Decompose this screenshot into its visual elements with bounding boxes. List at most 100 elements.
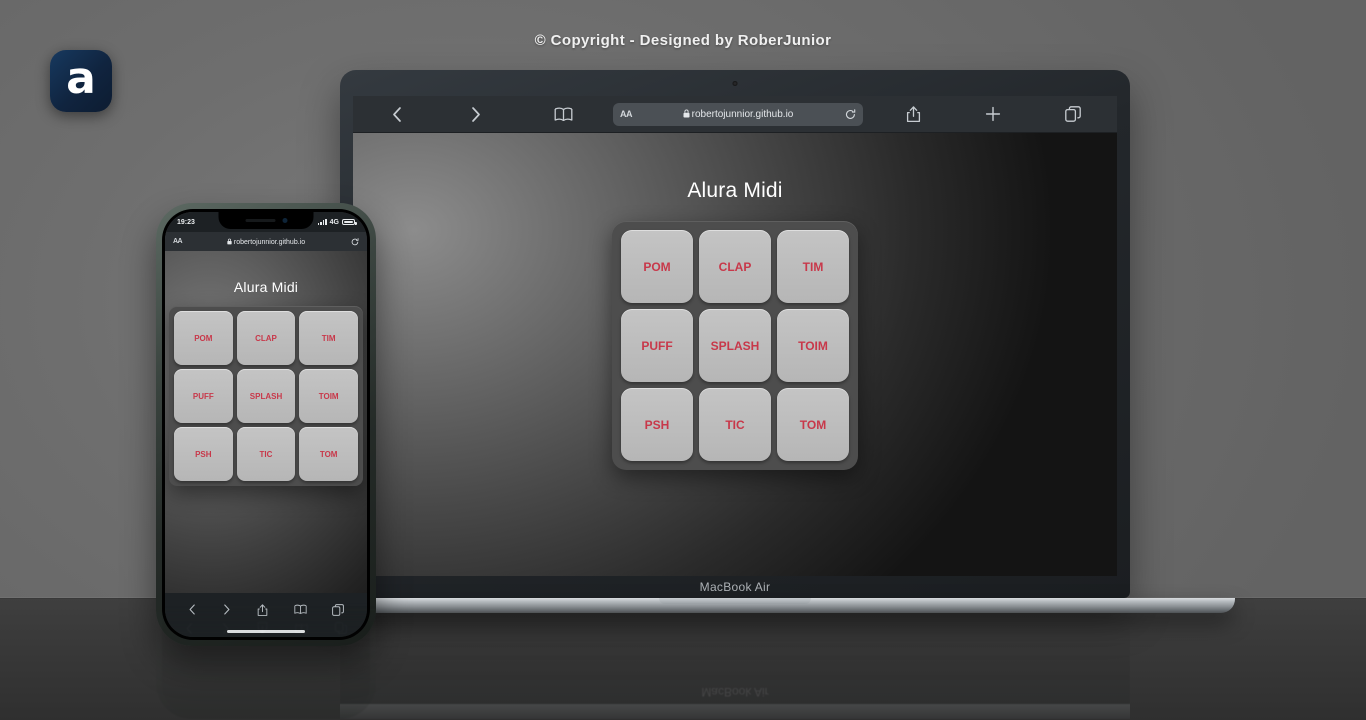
pad-label: POM	[194, 333, 213, 343]
app-title: Alura Midi	[687, 179, 783, 202]
phone-address-bar[interactable]: AA robertojunnior.github.io	[165, 232, 367, 251]
tabs-icon	[332, 603, 345, 616]
new-tab-button[interactable]	[973, 101, 1013, 127]
phone-browser-toolbar	[165, 593, 367, 626]
laptop-base	[235, 598, 1235, 613]
phone-url-wrapper: robertojunnior.github.io	[165, 238, 367, 246]
reload-button[interactable]	[845, 108, 856, 120]
phone-pad-toim[interactable]: TOIM	[299, 369, 358, 423]
laptop-pad-pom[interactable]: POM	[621, 230, 693, 303]
pad-label: PSH	[644, 417, 670, 432]
pad-label: TIC	[259, 449, 273, 459]
laptop-pad-toim[interactable]: TOIM	[777, 309, 849, 382]
show-tabs-button[interactable]	[1053, 101, 1093, 127]
phone-app-title: Alura Midi	[233, 279, 299, 295]
phone-pad-board: POM CLAP TIM PUFF SPLASH TOIM PSH TIC TOM	[169, 306, 363, 486]
lock-icon	[227, 238, 232, 244]
plus-icon	[985, 106, 1001, 122]
pad-label: TIC	[725, 417, 745, 432]
pad-label: CLAP	[255, 333, 277, 343]
phone-back-button[interactable]	[188, 603, 197, 616]
phone-pad-puff[interactable]: PUFF	[174, 369, 233, 423]
phone-pad-tic[interactable]: TIC	[236, 427, 296, 481]
pad-label: PSH	[195, 449, 212, 459]
laptop-base-notch	[659, 598, 811, 604]
signal-bars-icon	[317, 219, 327, 225]
laptop-pad-splash[interactable]: SPLASH	[699, 309, 771, 382]
laptop-screen: AA robertojunnior.github.io Alura Midi P…	[353, 96, 1117, 576]
midi-app-phone: Alura Midi POM CLAP TIM PUFF SPLASH TOIM PSH TI…	[165, 251, 367, 593]
phone-url-text: robertojunnior.github.io	[233, 238, 306, 246]
copyright-text: © Copyright - Designed by RoberJunior	[534, 32, 832, 49]
phone-status-bar: 19:23 4G	[165, 212, 367, 232]
pad-label: TIM	[802, 259, 824, 274]
laptop-pad-tim[interactable]: TIM	[777, 230, 849, 303]
phone-screen: 19:23 4G AA robertojunnior.github.io Alu…	[165, 212, 367, 637]
phone-bezel: 19:23 4G AA robertojunnior.github.io Alu…	[162, 209, 370, 640]
pad-label: SPLASH	[249, 391, 283, 401]
phone-pad-tom[interactable]: TOM	[299, 427, 358, 481]
phone-pad-tim[interactable]: TIM	[299, 311, 358, 365]
back-button[interactable]	[377, 101, 417, 127]
phone-pad-splash[interactable]: SPLASH	[236, 369, 296, 423]
pad-label: POM	[643, 259, 671, 274]
phone-reload-button[interactable]	[351, 237, 359, 246]
earpiece-speaker	[245, 219, 275, 222]
pad-label: PUFF	[641, 338, 673, 353]
pad-label: TIM	[321, 333, 336, 343]
laptop-pad-tom[interactable]: TOM	[777, 388, 849, 461]
phone-pad-clap[interactable]: CLAP	[236, 311, 296, 365]
share-icon	[906, 106, 920, 123]
address-bar[interactable]: AA robertojunnior.github.io	[613, 102, 863, 126]
laptop-device: AA robertojunnior.github.io Alura Midi P…	[235, 70, 1235, 613]
phone-notch	[218, 212, 314, 229]
browser-toolbar: AA robertojunnior.github.io	[353, 96, 1117, 133]
share-button[interactable]	[893, 101, 933, 127]
pad-label: SPLASH	[710, 338, 760, 353]
url-text: robertojunnior.github.io	[691, 108, 794, 120]
laptop-camera-icon	[732, 81, 738, 86]
phone-pad-pom[interactable]: POM	[174, 311, 233, 365]
phone-share-button[interactable]	[257, 603, 268, 617]
phone-pad-psh[interactable]: PSH	[174, 427, 233, 481]
phone-tabs-button[interactable]	[332, 603, 345, 616]
url-text-wrapper: robertojunnior.github.io	[613, 109, 863, 120]
alura-logo-glyph: a	[66, 53, 96, 104]
home-indicator	[165, 626, 367, 637]
pad-grid: POM CLAP TIM PUFF SPLASH TOIM PSH TIC TOM	[621, 230, 849, 461]
pad-label: TOIM	[798, 338, 828, 353]
pad-label: TOM	[799, 417, 827, 432]
pad-label: TOM	[319, 449, 338, 459]
laptop-lid: AA robertojunnior.github.io Alura Midi P…	[340, 70, 1130, 598]
book-icon	[554, 107, 572, 121]
status-right-cluster: 4G	[317, 218, 357, 226]
laptop-pad-tic[interactable]: TIC	[699, 388, 771, 461]
front-camera-icon	[282, 218, 287, 223]
pad-label: PUFF	[192, 391, 214, 401]
laptop-pad-clap[interactable]: CLAP	[699, 230, 771, 303]
pad-label: TOIM	[318, 391, 339, 401]
phone-bookmarks-button[interactable]	[293, 604, 307, 615]
status-time: 19:23	[177, 218, 195, 226]
phone-body: 19:23 4G AA robertojunnior.github.io Alu…	[156, 203, 376, 646]
phone-forward-button[interactable]	[222, 603, 231, 616]
alura-logo: a	[50, 50, 112, 112]
bookmarks-button[interactable]	[543, 101, 583, 127]
book-icon	[293, 604, 307, 614]
network-label: 4G	[329, 218, 339, 226]
mockup-stage: © Copyright - Designed by RoberJunior a	[0, 0, 1366, 720]
phone-device: 19:23 4G AA robertojunnior.github.io Alu…	[156, 203, 376, 646]
battery-icon	[342, 219, 357, 225]
midi-app-laptop: Alura Midi POM CLAP TIM PUFF SPLASH TOIM PSH TI…	[353, 133, 1117, 470]
tabs-icon	[1065, 106, 1081, 122]
chevron-left-icon	[189, 604, 195, 615]
lock-icon	[683, 109, 690, 117]
forward-button[interactable]	[455, 101, 495, 127]
laptop-device-label: MacBook Air	[699, 580, 771, 594]
reload-icon	[845, 108, 856, 119]
laptop-pad-puff[interactable]: PUFF	[621, 309, 693, 382]
laptop-pad-psh[interactable]: PSH	[621, 388, 693, 461]
chevron-left-icon	[392, 106, 401, 122]
chevron-right-icon	[471, 106, 480, 122]
chevron-right-icon	[224, 604, 230, 615]
